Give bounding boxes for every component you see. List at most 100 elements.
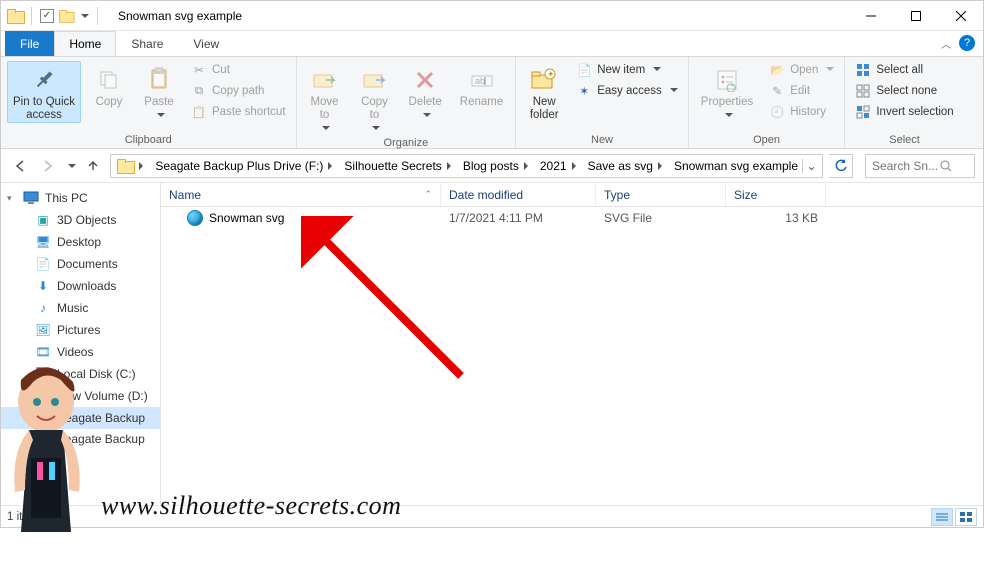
- history-icon: 🕘: [769, 104, 785, 120]
- drive-icon: 💽: [35, 388, 51, 404]
- group-clipboard: Pin to Quick access Copy Paste ✂ Cut: [1, 57, 297, 148]
- qat-customize-dropdown[interactable]: [78, 9, 89, 23]
- column-size[interactable]: Size: [726, 183, 826, 206]
- scissors-icon: ✂: [191, 62, 207, 78]
- navpane-item[interactable]: 💽Local Disk (C:): [1, 363, 160, 385]
- separator: [97, 7, 98, 25]
- move-to-button[interactable]: Move to: [303, 61, 347, 135]
- pin-to-quick-access-button[interactable]: Pin to Quick access: [7, 61, 81, 123]
- forward-button[interactable]: [37, 155, 59, 177]
- minimize-button[interactable]: [848, 1, 893, 31]
- easy-access-icon: ✶: [576, 83, 592, 99]
- tab-share[interactable]: Share: [116, 31, 178, 56]
- group-organize: Move to Copy to Delete ab: [297, 57, 517, 148]
- status-item-count: 1 item: [7, 511, 38, 523]
- properties-button[interactable]: Properties: [695, 61, 759, 122]
- address-dropdown[interactable]: ⌄: [802, 159, 820, 173]
- breadcrumb[interactable]: Snowman svg example: [670, 159, 802, 173]
- ribbon-tabs: File Home Share View ︿ ?: [1, 31, 983, 57]
- navpane-item[interactable]: 💽Seagate Backup P: [1, 429, 160, 463]
- column-date[interactable]: Date modified: [441, 183, 596, 206]
- rename-button[interactable]: ab Rename: [454, 61, 509, 109]
- thumbnails-view-button[interactable]: [955, 508, 977, 526]
- up-button[interactable]: [82, 155, 104, 177]
- desktop-icon: 🖥: [35, 234, 51, 250]
- quick-access-toolbar: [1, 7, 108, 25]
- svg-text:ab: ab: [475, 76, 485, 86]
- new-folder-button[interactable]: ✦ New folder: [522, 61, 566, 122]
- edit-icon: ✎: [769, 83, 785, 99]
- folder-icon: [7, 9, 23, 23]
- paste-shortcut-button[interactable]: 📋 Paste shortcut: [187, 103, 290, 121]
- title-bar: Snowman svg example: [1, 1, 983, 31]
- tab-view[interactable]: View: [178, 31, 234, 56]
- chevron-down-icon: [722, 109, 733, 122]
- paste-button[interactable]: Paste: [137, 61, 181, 122]
- documents-icon: 📄: [35, 256, 51, 272]
- navpane-item[interactable]: ⬇Downloads: [1, 275, 160, 297]
- delete-icon: [415, 64, 435, 96]
- qat-properties-toggle[interactable]: [40, 9, 54, 23]
- history-button[interactable]: 🕘 History: [765, 103, 838, 121]
- file-list-pane[interactable]: Name ⌃ Date modified Type Size Snowman s…: [161, 183, 983, 505]
- select-none-icon: [855, 83, 871, 99]
- navpane-item[interactable]: 🖥Desktop: [1, 231, 160, 253]
- ribbon: Pin to Quick access Copy Paste ✂ Cut: [1, 57, 983, 149]
- file-row[interactable]: Snowman svg 1/7/2021 4:11 PM SVG File 13…: [161, 207, 983, 229]
- edit-button[interactable]: ✎ Edit: [765, 82, 838, 100]
- ribbon-collapse-chevron[interactable]: ︿: [941, 36, 951, 51]
- navpane-item[interactable]: ▣3D Objects: [1, 209, 160, 231]
- copy-path-button[interactable]: ⧉ Copy path: [187, 82, 290, 100]
- copy-to-button[interactable]: Copy to: [353, 61, 397, 135]
- address-bar[interactable]: Seagate Backup Plus Drive (F:) Silhouett…: [110, 154, 823, 178]
- recent-locations-dropdown[interactable]: [65, 159, 76, 173]
- open-button[interactable]: 📂 Open: [765, 61, 838, 79]
- navpane-item[interactable]: 📄Documents: [1, 253, 160, 275]
- rename-icon: ab: [471, 64, 493, 96]
- navpane-item[interactable]: ♪Music: [1, 297, 160, 319]
- music-icon: ♪: [35, 300, 51, 316]
- search-input[interactable]: [870, 158, 940, 174]
- select-none-button[interactable]: Select none: [851, 82, 957, 100]
- easy-access-button[interactable]: ✶ Easy access: [572, 82, 682, 100]
- help-icon[interactable]: ?: [959, 35, 975, 51]
- navpane-item[interactable]: 🎞Videos: [1, 341, 160, 363]
- navigation-pane[interactable]: ▾ This PC ▣3D Objects 🖥Desktop 📄Document…: [1, 183, 161, 505]
- breadcrumb[interactable]: Seagate Backup Plus Drive (F:): [151, 159, 340, 173]
- refresh-button[interactable]: [829, 154, 853, 178]
- tab-file[interactable]: File: [5, 31, 54, 56]
- drive-icon: 💽: [35, 366, 51, 382]
- file-date-cell: 1/7/2021 4:11 PM: [441, 211, 596, 225]
- details-view-button[interactable]: [931, 508, 953, 526]
- column-name[interactable]: Name ⌃: [161, 183, 441, 206]
- close-button[interactable]: [938, 1, 983, 31]
- content-area: ▾ This PC ▣3D Objects 🖥Desktop 📄Document…: [1, 183, 983, 505]
- breadcrumb[interactable]: Save as svg: [584, 159, 670, 173]
- navpane-item[interactable]: 💽Seagate Backup: [1, 407, 160, 429]
- sort-asc-icon: ⌃: [424, 189, 432, 200]
- paste-icon: [148, 64, 170, 96]
- tab-home[interactable]: Home: [54, 31, 116, 56]
- search-box[interactable]: [865, 154, 975, 178]
- separator: [31, 7, 32, 25]
- breadcrumb[interactable]: 2021: [536, 159, 584, 173]
- navpane-item[interactable]: 💽New Volume (D:): [1, 385, 160, 407]
- address-bar-row: Seagate Backup Plus Drive (F:) Silhouett…: [1, 149, 983, 183]
- crumb-root-dropdown[interactable]: [133, 159, 151, 173]
- navpane-item[interactable]: 🖼Pictures: [1, 319, 160, 341]
- delete-button[interactable]: Delete: [403, 61, 448, 122]
- column-type[interactable]: Type: [596, 183, 726, 206]
- cut-button[interactable]: ✂ Cut: [187, 61, 290, 79]
- window-title: Snowman svg example: [118, 9, 242, 23]
- navpane-this-pc[interactable]: ▾ This PC: [1, 187, 160, 209]
- breadcrumb[interactable]: Blog posts: [459, 159, 536, 173]
- invert-selection-button[interactable]: Invert selection: [851, 103, 957, 121]
- maximize-button[interactable]: [893, 1, 938, 31]
- copy-button[interactable]: Copy: [87, 61, 131, 109]
- new-item-button[interactable]: 📄 New item: [572, 61, 682, 79]
- back-button[interactable]: [9, 155, 31, 177]
- select-all-button[interactable]: Select all: [851, 61, 957, 79]
- breadcrumb[interactable]: Silhouette Secrets: [340, 159, 458, 173]
- properties-icon: [715, 64, 739, 96]
- invert-selection-icon: [855, 104, 871, 120]
